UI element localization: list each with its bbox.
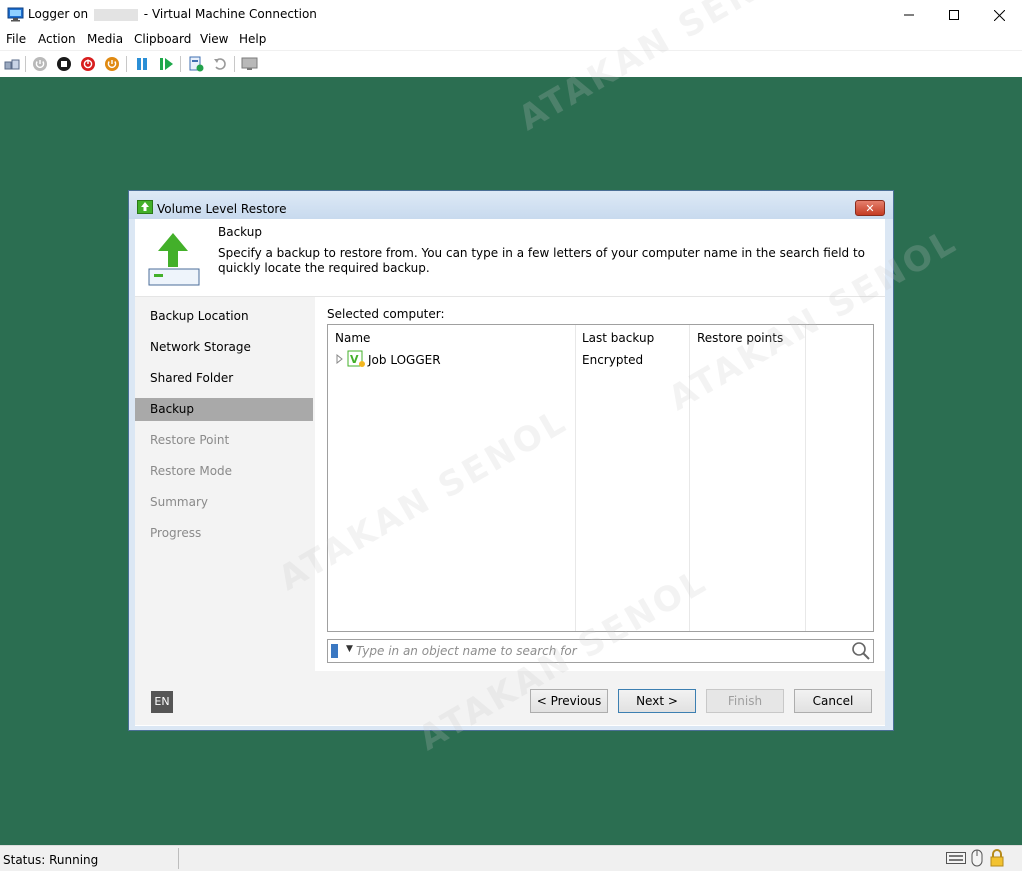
header-description: Specify a backup to restore from. You ca… <box>218 246 866 275</box>
row-name: Job LOGGER <box>368 353 441 367</box>
status-bar: Status: Running <box>0 845 1022 871</box>
column-header-name[interactable]: Name <box>335 331 370 345</box>
save-state-button[interactable] <box>103 55 121 73</box>
mouse-icon <box>971 849 983 867</box>
finish-button: Finish <box>706 689 784 713</box>
volume-level-restore-dialog: Volume Level Restore ✕ Backup Specify a … <box>128 190 894 731</box>
selected-computer-label: Selected computer: <box>327 307 445 321</box>
dialog-content: Backup Specify a backup to restore from.… <box>135 219 885 726</box>
search-box: ▼ <box>327 639 874 663</box>
pause-icon <box>137 58 147 70</box>
turn-off-button[interactable] <box>55 55 73 73</box>
host-title-bar: Logger on - Virtual Machine Connection <box>0 0 1022 30</box>
cancel-button[interactable]: Cancel <box>794 689 872 713</box>
column-header-restore-points[interactable]: Restore points <box>697 331 783 345</box>
dropdown-arrow-icon[interactable]: ▼ <box>346 644 353 654</box>
revert-icon <box>214 58 226 70</box>
step-backup[interactable]: Backup <box>135 398 313 421</box>
toolbar-separator <box>234 56 235 72</box>
dialog-close-button[interactable]: ✕ <box>855 200 885 216</box>
start-icon <box>33 57 47 71</box>
backup-job-icon: V <box>347 350 365 367</box>
close-button[interactable] <box>976 0 1022 30</box>
menu-action[interactable]: Action <box>38 32 76 46</box>
ctrl-alt-del-button[interactable] <box>3 55 21 73</box>
menu-media[interactable]: Media <box>87 32 123 46</box>
step-shared-folder[interactable]: Shared Folder <box>135 367 313 390</box>
wizard-header: Backup Specify a backup to restore from.… <box>135 219 885 297</box>
step-backup-location[interactable]: Backup Location <box>135 305 313 328</box>
revert-button[interactable] <box>211 55 229 73</box>
resume-icon <box>160 58 173 70</box>
search-icon[interactable] <box>851 641 871 661</box>
status-separator <box>178 848 179 869</box>
close-icon <box>993 9 1005 21</box>
wizard-body: Backup Location Network Storage Shared F… <box>135 297 885 725</box>
column-divider <box>575 325 576 631</box>
restore-app-icon <box>137 200 153 214</box>
shut-down-icon <box>81 57 95 71</box>
previous-button[interactable]: < Previous <box>530 689 608 713</box>
minimize-button[interactable] <box>886 0 932 30</box>
menu-help[interactable]: Help <box>239 32 266 46</box>
maximize-icon <box>949 10 959 20</box>
lock-icon <box>990 849 1004 867</box>
toolbar-separator <box>180 56 181 72</box>
host-toolbar <box>0 50 1022 78</box>
start-button[interactable] <box>31 55 49 73</box>
menu-view[interactable]: View <box>200 32 228 46</box>
step-restore-mode: Restore Mode <box>150 464 233 478</box>
toolbar-separator <box>126 56 127 72</box>
step-restore-point: Restore Point <box>150 433 230 447</box>
status-text: Status: Running <box>3 853 99 867</box>
step-progress: Progress <box>150 526 202 540</box>
maximize-button[interactable] <box>931 0 977 30</box>
next-button[interactable]: Next > <box>618 689 696 713</box>
step-summary: Summary <box>150 495 208 509</box>
column-divider <box>689 325 690 631</box>
keyboard-icon <box>946 852 966 864</box>
ctrl-alt-del-icon <box>4 59 20 70</box>
window-title: Logger on - Virtual Machine Connection <box>28 7 317 21</box>
toolbar-separator <box>25 56 26 72</box>
row-last-backup: Encrypted <box>582 353 644 367</box>
menu-bar: File Action Media Clipboard View Help <box>0 30 1022 50</box>
step-network-storage[interactable]: Network Storage <box>135 336 313 359</box>
backup-selection-pane: Selected computer: Name Last backup Rest… <box>315 297 885 671</box>
column-divider <box>805 325 806 631</box>
restore-arrow-icon <box>148 233 200 286</box>
dialog-title: Volume Level Restore <box>157 202 287 216</box>
close-icon: ✕ <box>865 202 875 215</box>
checkpoint-button[interactable] <box>187 55 205 73</box>
language-indicator: EN <box>151 691 173 713</box>
dialog-title-bar: Volume Level Restore ✕ <box>129 191 893 219</box>
checkpoint-icon <box>189 56 204 72</box>
vm-connection-icon <box>7 7 24 22</box>
shut-down-button[interactable] <box>79 55 97 73</box>
svg-text:V: V <box>350 353 359 366</box>
search-scope-icon[interactable] <box>331 644 338 658</box>
window-title-suffix: - Virtual Machine Connection <box>143 7 317 21</box>
menu-file[interactable]: File <box>6 32 26 46</box>
enhanced-session-icon <box>241 57 258 70</box>
menu-clipboard[interactable]: Clipboard <box>134 32 191 46</box>
search-input[interactable] <box>356 642 846 660</box>
pause-button[interactable] <box>133 55 151 73</box>
enhanced-session-button[interactable] <box>241 55 259 73</box>
expand-chevron-icon[interactable] <box>336 354 343 364</box>
resume-button[interactable] <box>157 55 175 73</box>
save-icon <box>105 57 119 71</box>
window-title-prefix: Logger on <box>28 7 89 21</box>
header-title: Backup <box>218 225 262 239</box>
minimize-icon <box>904 14 914 16</box>
backup-tree-grid[interactable]: Name Last backup Restore points V Job LO… <box>327 324 874 632</box>
redacted-host-name <box>93 8 138 21</box>
column-header-last-backup[interactable]: Last backup <box>582 331 654 345</box>
turn-off-icon <box>57 57 71 71</box>
